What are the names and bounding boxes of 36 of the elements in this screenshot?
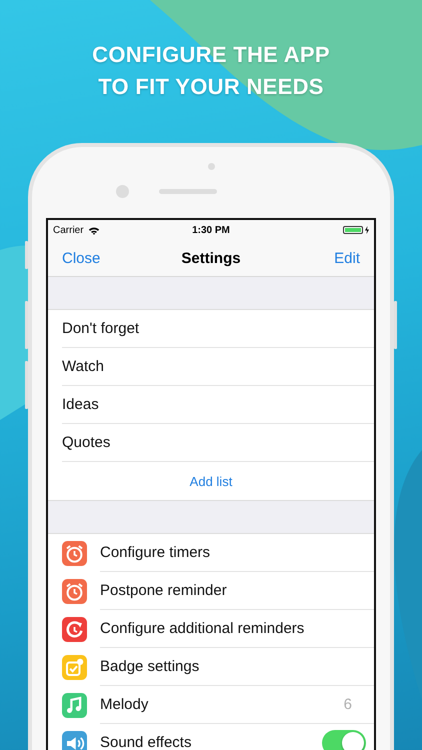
battery-icon <box>342 226 363 234</box>
row-label: Sound effects <box>100 734 192 750</box>
wifi-icon <box>88 226 100 234</box>
edit-button[interactable]: Edit <box>300 250 360 266</box>
row-label: Postpone reminder <box>100 582 227 599</box>
add-list-button[interactable]: Add list <box>190 474 232 488</box>
settings-item[interactable]: Configure additional reminders <box>48 610 374 648</box>
carrier-label: Carrier <box>53 224 84 236</box>
settings-item[interactable]: Configure timers <box>48 534 374 572</box>
row-label: Configure timers <box>100 544 210 561</box>
list-item[interactable]: Watch <box>62 348 374 386</box>
speaker-icon <box>158 189 216 194</box>
settings-item[interactable]: Melody 6 <box>48 686 374 724</box>
headline-text: CONFIGURE THE APP <box>92 41 330 69</box>
camera-icon <box>116 185 128 198</box>
list-item[interactable]: Quotes <box>62 424 374 462</box>
row-label: Don't forget <box>62 320 140 337</box>
status-time: 1:30 PM <box>192 224 230 236</box>
row-label: Configure additional reminders <box>100 620 304 637</box>
row-label: Melody <box>100 696 148 713</box>
setting-value: 6 <box>344 696 353 713</box>
settings-item[interactable]: Postpone reminder <box>48 572 374 610</box>
settings-item[interactable]: Badge settings <box>48 648 374 686</box>
list-item[interactable]: Ideas <box>62 386 374 424</box>
row-label: Ideas <box>62 396 99 413</box>
row-label: Badge settings <box>100 658 200 675</box>
row-label: Quotes <box>62 434 110 451</box>
settings-item[interactable]: Sound effects <box>48 724 374 750</box>
list-item[interactable]: Don't forget <box>62 310 374 348</box>
toggle-switch[interactable] <box>322 730 366 750</box>
close-button[interactable]: Close <box>62 250 122 266</box>
headline-text: TO FIT YOUR NEEDS <box>98 73 324 101</box>
row-label: Watch <box>62 358 104 375</box>
screen-title: Settings <box>181 250 241 266</box>
charging-icon <box>364 226 369 234</box>
sensor-icon <box>208 163 214 170</box>
